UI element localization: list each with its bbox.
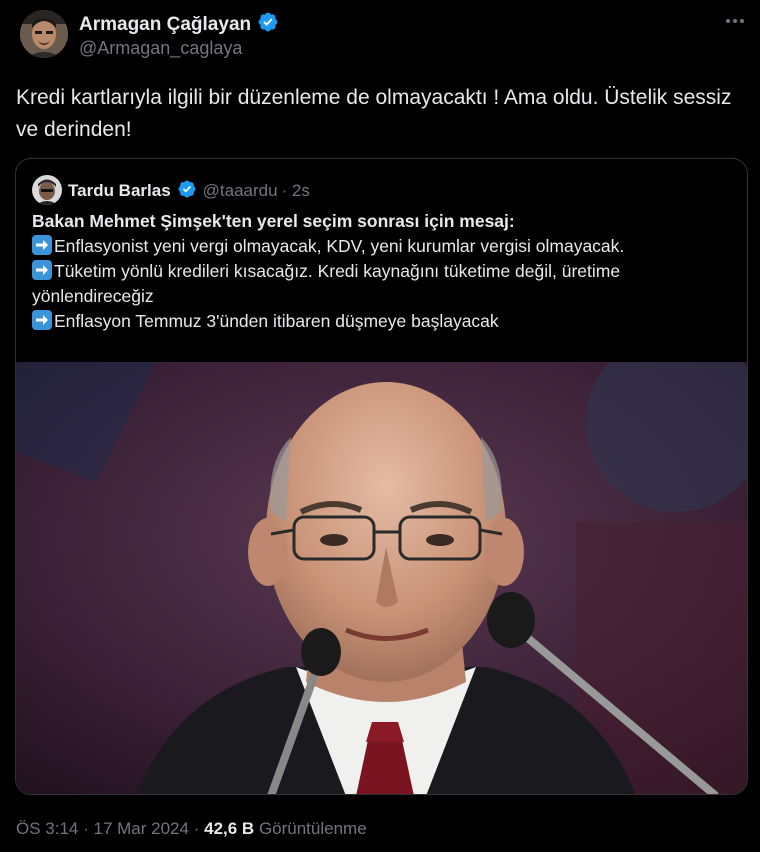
more-options-icon[interactable] [724, 14, 746, 28]
quoted-point: Tüketim yönlü kredileri kısacağız. Kredi… [32, 260, 621, 306]
quoted-point: Enflasyonist yeni vergi olmayacak, KDV, … [32, 234, 732, 259]
quoted-author-handle[interactable]: @taaardu [203, 181, 278, 200]
tweet-footer: ÖS 3:14 · 17 Mar 2024 · 42,6 B Görüntüle… [16, 819, 367, 839]
quoted-lead: Bakan Mehmet Şimşek'ten yerel seçim sonr… [32, 211, 515, 231]
footer-separator: · [83, 819, 89, 838]
quoted-author-name[interactable]: Tardu Barlas [68, 181, 171, 200]
right-arrow-icon [32, 310, 52, 330]
right-arrow-icon [32, 235, 52, 255]
verified-badge-icon [257, 11, 279, 39]
right-arrow-icon [32, 260, 52, 280]
footer-separator: · [193, 819, 200, 838]
views-count: 42,6 B [204, 819, 255, 838]
quoted-photo[interactable] [16, 362, 747, 794]
tweet-time[interactable]: ÖS 3:14 [16, 819, 78, 838]
portrait-photo-icon [16, 362, 747, 794]
author-handle[interactable]: @Armagan_caglaya [79, 38, 242, 59]
views-label: Görüntülenme [258, 819, 367, 838]
quoted-tweet[interactable]: Tardu Barlas @taaardu · 2s Bakan Mehmet Şi… [15, 158, 748, 795]
tweet-text: Kredi kartlarıyla ilgili bir düzenleme d… [16, 86, 732, 141]
author-avatar[interactable] [20, 10, 68, 58]
tweet-date[interactable]: 17 Mar 2024 [94, 819, 189, 838]
quoted-text: Bakan Mehmet Şimşek'ten yerel seçim sonr… [32, 209, 732, 334]
quoted-header: Tardu Barlas @taaardu · 2s [68, 179, 310, 204]
quoted-timestamp[interactable]: · 2s [282, 181, 310, 200]
verified-badge-icon [177, 179, 197, 204]
quoted-point: Enflasyon Temmuz 3'ünden itibaren düşmey… [32, 309, 732, 334]
quoted-author-avatar[interactable] [32, 175, 62, 205]
author-name[interactable]: Armagan Çağlayan [79, 11, 279, 39]
tweet: Armagan Çağlayan @Armagan_caglaya Kredi … [0, 0, 760, 852]
author-name-text[interactable]: Armagan Çağlayan [79, 14, 251, 35]
